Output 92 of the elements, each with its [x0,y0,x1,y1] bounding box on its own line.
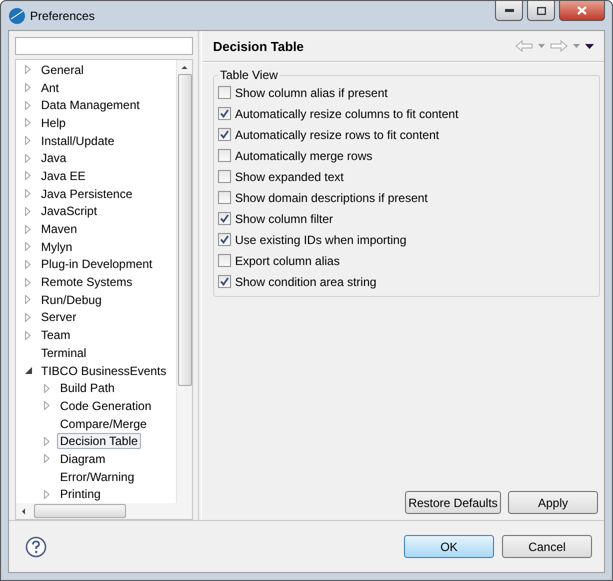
expand-icon[interactable] [25,278,31,287]
restore-defaults-button[interactable]: Restore Defaults [405,491,501,514]
checkbox-label[interactable]: Show expanded text [235,170,344,184]
minimize-icon [504,9,514,12]
tree-item[interactable]: Mylyn [38,238,76,255]
tree-item[interactable]: Error/Warning [57,468,138,485]
checkbox[interactable] [218,275,231,288]
tree-item[interactable]: TIBCO BusinessEvents [38,362,170,379]
close-icon [577,6,587,15]
close-button[interactable] [559,1,605,21]
expand-icon[interactable] [25,189,31,198]
expand-icon[interactable] [44,490,50,499]
expand-icon[interactable] [25,330,31,340]
expand-icon[interactable] [25,260,31,269]
expand-icon[interactable] [25,83,31,92]
expand-icon[interactable] [25,171,31,180]
checkbox-label[interactable]: Automatically merge rows [235,148,372,162]
tree-item[interactable]: Java EE [38,168,89,184]
checkbox[interactable] [218,254,231,267]
vertical-scrollbar[interactable] [176,60,192,503]
minimize-button[interactable] [495,1,523,21]
checkbox[interactable] [218,233,231,246]
checkbox[interactable] [218,170,231,183]
tree-item[interactable]: Printing [57,486,104,502]
page-title: Decision Table [213,38,305,54]
tree-item[interactable]: Decision Table [57,433,141,450]
checkbox-label[interactable]: Show domain descriptions if present [235,190,428,204]
scroll-up-icon[interactable] [181,65,188,69]
collapse-icon[interactable] [24,367,32,374]
tree-item[interactable]: Compare/Merge [57,416,150,432]
tree-item[interactable]: Java Persistence [38,186,136,202]
tree-item[interactable]: JavaScript [38,203,100,220]
checkbox-label[interactable]: Show column alias if present [235,86,388,100]
tree-item[interactable]: Run/Debug [38,292,105,308]
help-icon[interactable] [25,536,47,558]
dropdown-caret-icon[interactable] [573,44,580,48]
expand-icon[interactable] [25,100,31,110]
checkbox-label[interactable]: Automatically resize rows to fit content [235,128,440,142]
tree-item[interactable]: Plug-in Development [38,256,156,272]
checkbox-label[interactable]: Export column alias [235,254,340,268]
tree-item[interactable]: Terminal [38,344,90,361]
expand-icon[interactable] [44,401,50,410]
expand-icon[interactable] [44,436,50,446]
apply-button[interactable]: Apply [508,491,598,514]
checkbox[interactable] [218,191,231,204]
tree-item[interactable]: Ant [38,80,62,96]
back-arrow-icon[interactable] [515,40,533,52]
app-logo-icon [8,6,26,24]
expand-icon[interactable] [25,295,31,304]
dropdown-caret-icon[interactable] [538,44,545,48]
expand-icon[interactable] [44,384,50,393]
expand-icon[interactable] [25,118,31,128]
tree-item[interactable]: Team [38,327,74,344]
maximize-icon [536,6,546,14]
expand-icon[interactable] [25,65,31,74]
checkbox[interactable] [218,149,231,162]
horizontal-scrollbar[interactable] [16,503,192,519]
tree-item[interactable]: Remote Systems [38,274,136,290]
tree-item[interactable]: Build Path [57,380,118,396]
expand-icon[interactable] [44,454,50,464]
scroll-left-icon[interactable] [21,508,25,514]
checkbox-label[interactable]: Show column filter [235,212,334,226]
tree-item[interactable]: Data Management [38,97,143,114]
tree-item[interactable]: Java [38,150,70,166]
menu-icon[interactable] [585,44,594,48]
checkbox-label[interactable]: Use existing IDs when importing [235,232,406,246]
tree-item[interactable]: Maven [38,221,80,238]
tree-item[interactable]: Help [38,114,69,131]
checkbox-label[interactable]: Show condition area string [235,274,376,288]
maximize-button[interactable] [527,1,555,21]
checkbox[interactable] [218,86,231,99]
checkbox[interactable] [218,212,231,225]
tree-item[interactable]: Code Generation [57,398,154,414]
expand-icon[interactable] [25,206,31,216]
filter-field[interactable] [15,37,193,55]
group-title: Table View [219,68,279,82]
window-title: Preferences [30,8,96,22]
expand-icon[interactable] [25,224,31,234]
checkbox-label[interactable]: Automatically resize columns to fit content [235,106,458,120]
expand-icon[interactable] [25,312,31,322]
expand-icon[interactable] [25,136,31,146]
checkbox[interactable] [218,128,231,141]
ok-button[interactable]: OK [404,535,494,558]
checkbox[interactable] [218,107,231,120]
cancel-button[interactable]: Cancel [502,535,592,558]
forward-arrow-icon[interactable] [550,40,568,52]
tree-item[interactable]: Diagram [57,450,108,467]
tree-item[interactable]: Server [38,309,80,326]
tree-item[interactable]: General [38,62,87,78]
expand-icon[interactable] [25,242,31,252]
tree-item[interactable]: Install/Update [38,132,118,149]
expand-icon[interactable] [25,154,31,163]
